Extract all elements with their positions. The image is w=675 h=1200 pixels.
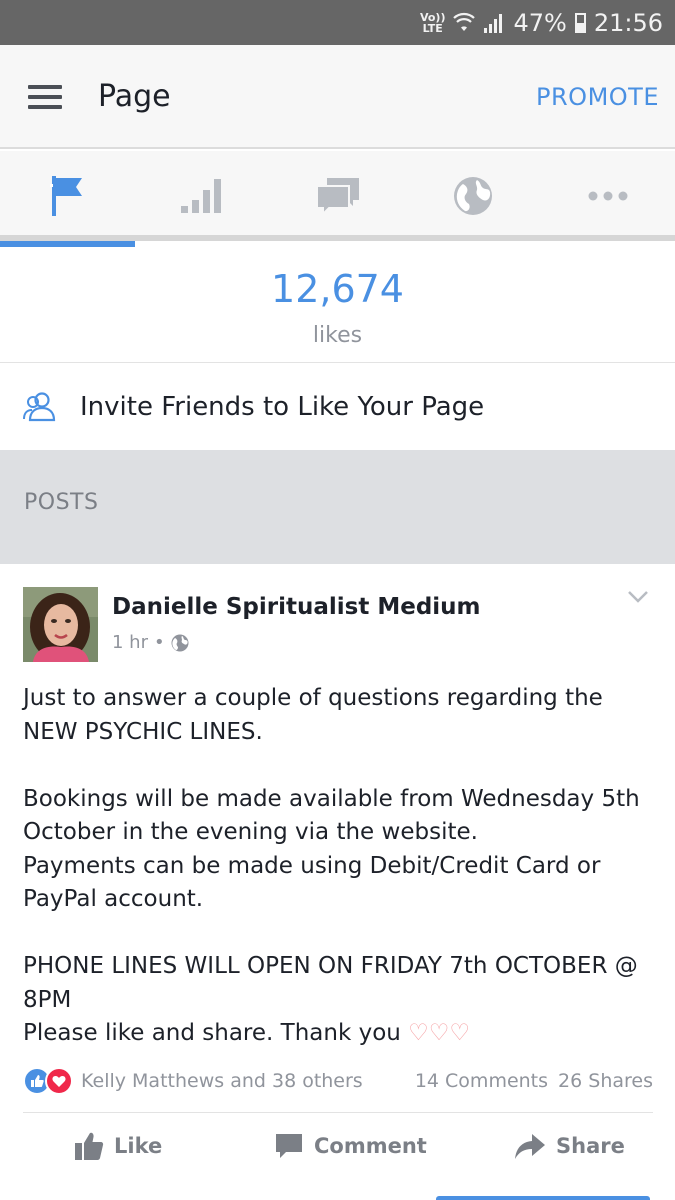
reactions-bar: Kelly Matthews and 38 others 14 Comments… <box>23 1066 653 1096</box>
comments-count[interactable]: 14 Comments <box>415 1070 548 1092</box>
tab-more[interactable] <box>540 151 675 241</box>
posts-section-header: POSTS <box>0 450 675 564</box>
thumbs-up-icon <box>75 1132 104 1160</box>
avatar-photo <box>23 587 98 662</box>
engagement-counts: 14 Comments 26 Shares <box>415 1070 653 1092</box>
battery-percent: 47% <box>513 8 567 37</box>
likes-label: likes <box>312 323 363 348</box>
meta-separator: • <box>153 632 165 653</box>
post-paragraph-last: Please like and share. Thank you ♡♡♡ <box>23 1017 653 1051</box>
share-label: Share <box>556 1134 625 1158</box>
tab-globe[interactable] <box>405 151 540 241</box>
hearts-emoji: ♡♡♡ <box>408 1020 471 1046</box>
invite-friends-label: Invite Friends to Like Your Page <box>80 392 485 422</box>
post-paragraph: PHONE LINES WILL OPEN ON FRIDAY 7th OCTO… <box>23 953 638 1013</box>
post-closing-text: Please like and share. Thank you <box>23 1020 401 1046</box>
post-paragraph: Payments can be made using Debit/Credit … <box>23 852 601 913</box>
wifi-icon <box>453 12 476 31</box>
flag-icon <box>49 176 82 216</box>
post-body: Just to answer a couple of questions reg… <box>23 682 653 1051</box>
posts-label: POSTS <box>24 490 99 515</box>
post-options-chevron-icon[interactable] <box>627 590 649 604</box>
hamburger-menu-icon[interactable] <box>28 85 62 111</box>
post-author-name[interactable]: Danielle Spiritualist Medium <box>112 594 481 620</box>
post-paragraph: Just to answer a couple of questions reg… <box>23 685 603 745</box>
status-bar: Vo)) LTE 47% 21:56 <box>0 0 675 45</box>
volte-icon: Vo)) LTE <box>419 10 446 35</box>
comment-bubble-icon <box>276 1134 302 1158</box>
post-divider <box>23 1112 653 1113</box>
like-button[interactable]: Like <box>74 1124 162 1168</box>
shares-count[interactable]: 26 Shares <box>558 1070 653 1092</box>
invite-friends-row[interactable]: Invite Friends to Like Your Page <box>0 364 675 450</box>
promote-button[interactable]: PROMOTE <box>536 83 659 111</box>
likes-count: 12,674 <box>271 267 404 311</box>
love-reaction-icon <box>45 1067 73 1095</box>
bottom-floating-bar[interactable] <box>436 1196 650 1200</box>
tab-page[interactable] <box>0 151 135 247</box>
post-paragraph: Bookings will be made available from Wed… <box>23 785 640 846</box>
share-button[interactable]: Share <box>514 1124 625 1168</box>
page-title: Page <box>98 79 171 114</box>
post-time[interactable]: 1 hr <box>112 632 148 653</box>
comment-label: Comment <box>314 1134 427 1158</box>
insights-bars-icon <box>180 179 221 213</box>
reaction-icons[interactable] <box>23 1067 73 1095</box>
tab-bar <box>0 151 675 247</box>
messages-icon <box>315 178 359 216</box>
reaction-names[interactable]: Kelly Matthews and 38 others <box>81 1070 363 1092</box>
likes-summary[interactable]: 12,674 likes <box>0 247 675 363</box>
signal-icon <box>484 13 503 33</box>
invite-friends-icon <box>23 392 56 422</box>
post-actions: Like Comment Share <box>0 1124 675 1168</box>
author-avatar[interactable] <box>23 587 98 662</box>
clock: 21:56 <box>593 8 663 37</box>
more-dots-icon <box>588 191 627 201</box>
tab-messages[interactable] <box>270 151 405 241</box>
battery-icon <box>574 12 586 33</box>
tab-insights[interactable] <box>135 151 270 241</box>
app-bar: Page PROMOTE <box>0 45 675 149</box>
globe-icon <box>453 177 492 215</box>
like-label: Like <box>114 1134 163 1158</box>
comment-button[interactable]: Comment <box>274 1124 427 1168</box>
post-card: Danielle Spiritualist Medium 1 hr • Just… <box>0 564 675 1200</box>
post-meta: 1 hr • <box>112 632 189 653</box>
status-icons: Vo)) LTE 47% 21:56 <box>420 0 663 45</box>
share-arrow-icon <box>515 1134 545 1159</box>
globe-privacy-icon <box>171 634 189 651</box>
